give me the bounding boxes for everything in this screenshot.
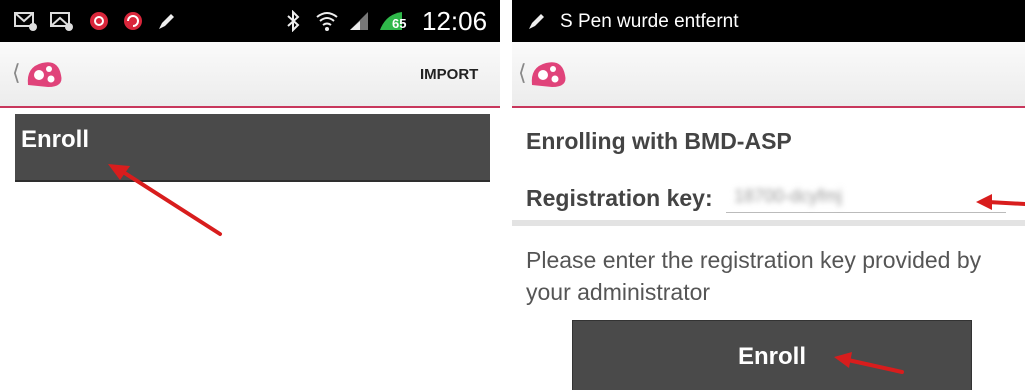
import-button[interactable]: IMPORT bbox=[420, 66, 478, 83]
registration-key-input[interactable]: 18700-dcyfmj bbox=[726, 182, 1006, 213]
back-icon[interactable]: ⟨ bbox=[518, 62, 527, 84]
enroll-button[interactable]: Enroll bbox=[572, 320, 972, 390]
signal-icon bbox=[350, 12, 368, 30]
app-logo-icon[interactable] bbox=[528, 57, 568, 91]
bluetooth-icon bbox=[287, 10, 300, 32]
sync-icon bbox=[124, 12, 142, 30]
annotation-arrow bbox=[976, 194, 1025, 210]
annotation-arrow bbox=[108, 164, 222, 236]
instructions-text: Please enter the registration key provid… bbox=[526, 247, 982, 305]
registration-key-value: 18700-dcyfmj bbox=[734, 186, 843, 206]
app-logo-icon[interactable] bbox=[24, 57, 64, 91]
annotation-arrow bbox=[834, 352, 904, 374]
back-icon[interactable]: ⟨ bbox=[12, 62, 21, 84]
wifi-icon bbox=[316, 12, 338, 31]
app-red-icon bbox=[90, 12, 108, 30]
battery-level: 65 bbox=[392, 16, 407, 31]
pen-icon bbox=[529, 14, 544, 29]
divider bbox=[512, 220, 1025, 226]
status-bar: S Pen wurde entfernt bbox=[512, 0, 1025, 42]
enroll-title: Enrolling with BMD-ASP bbox=[526, 128, 792, 154]
registration-key-label: Registration key: bbox=[526, 185, 713, 211]
clock: 12:06 bbox=[422, 6, 488, 36]
status-notification: S Pen wurde entfernt bbox=[560, 11, 739, 32]
pen-icon bbox=[159, 14, 174, 29]
action-bar bbox=[512, 42, 1025, 108]
left-screen: 65 12:06 ⟨ IMPORT Enroll bbox=[0, 0, 500, 390]
status-bar: 65 12:06 bbox=[0, 0, 500, 42]
enroll-header[interactable]: Enroll bbox=[15, 114, 490, 182]
right-screen: S Pen wurde entfernt ⟨ Enrolling with BM… bbox=[512, 0, 1025, 390]
email-icon bbox=[14, 12, 37, 31]
enroll-header-label: Enroll bbox=[21, 126, 90, 153]
email-alert-icon bbox=[50, 12, 73, 31]
enroll-button-label: Enroll bbox=[737, 343, 806, 370]
